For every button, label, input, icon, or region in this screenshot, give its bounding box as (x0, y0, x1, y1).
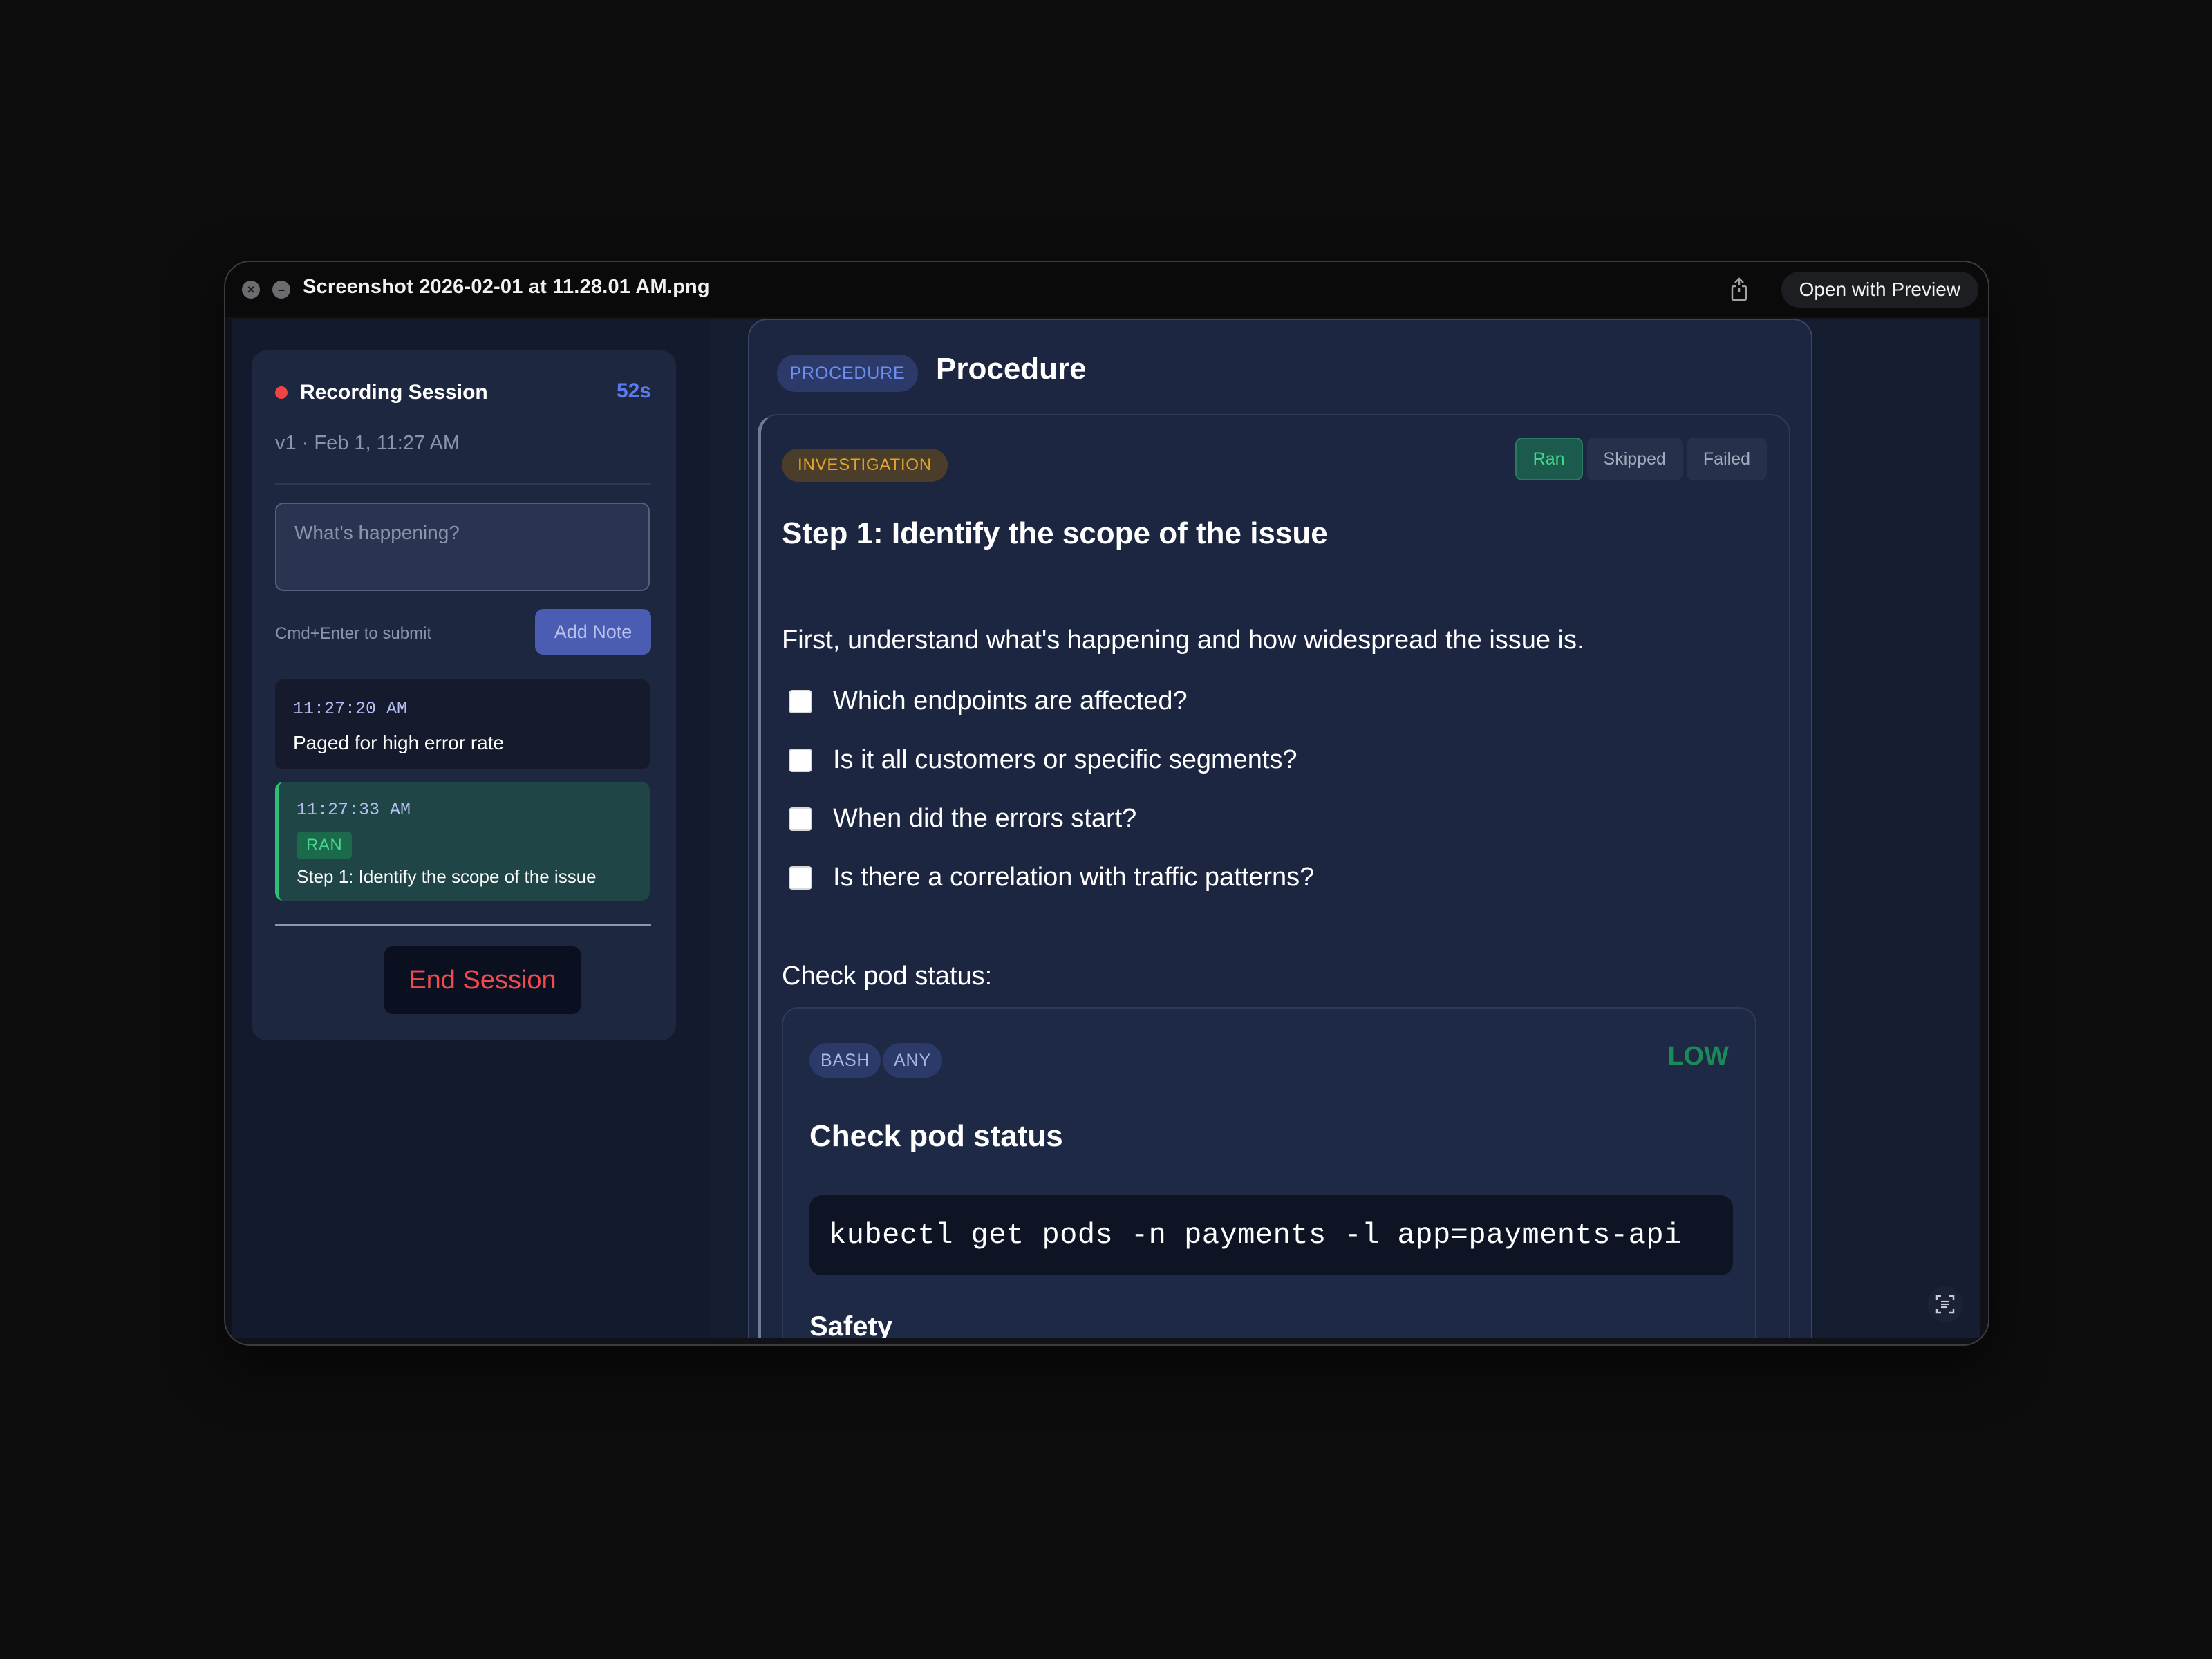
procedure-card: PROCEDURE Procedure INVESTIGATION Ran Sk… (748, 319, 1812, 1338)
step-card: INVESTIGATION Ran Skipped Failed Step 1:… (758, 414, 1790, 1338)
status-failed-button[interactable]: Failed (1686, 438, 1767, 480)
live-text-icon[interactable] (1927, 1286, 1963, 1322)
session-version: v1 · Feb 1, 11:27 AM (275, 432, 460, 454)
investigation-tag: INVESTIGATION (782, 449, 948, 482)
check-pod-label: Check pod status: (782, 962, 993, 991)
status-skipped-button[interactable]: Skipped (1586, 438, 1683, 480)
app-content: Recording Session 52s v1 · Feb 1, 11:27 … (232, 319, 1980, 1338)
checkbox[interactable] (789, 689, 812, 713)
minimize-icon[interactable]: – (272, 281, 290, 299)
step-status-toggle: Ran Skipped Failed (1515, 438, 1767, 480)
safety-heading: Safety (809, 1311, 893, 1338)
open-with-preview-button[interactable]: Open with Preview (1781, 272, 1978, 308)
checklist-text: Which endpoints are affected? (833, 686, 1188, 715)
checkbox[interactable] (789, 865, 812, 890)
procedure-tag: PROCEDURE (777, 355, 918, 392)
session-timer: 52s (616, 379, 651, 402)
status-ran-button[interactable]: Ran (1515, 438, 1583, 480)
checklist-text: Is there a correlation with traffic patt… (833, 863, 1315, 892)
note-input[interactable] (275, 503, 650, 591)
add-note-button[interactable]: Add Note (535, 609, 651, 655)
end-session-button[interactable]: End Session (384, 946, 581, 1014)
submit-hint: Cmd+Enter to submit (275, 624, 432, 643)
entry-text: Paged for high error rate (293, 732, 505, 753)
command-title: Check pod status (809, 1119, 1063, 1153)
risk-level: LOW (1667, 1042, 1729, 1071)
command-code[interactable]: kubectl get pods -n payments -l app=paym… (809, 1195, 1733, 1275)
ran-badge: RAN (297, 832, 353, 859)
step-intro: First, understand what's happening and h… (782, 626, 1584, 655)
checklist-text: Is it all customers or specific segments… (833, 745, 1297, 774)
procedure-pane: PROCEDURE Procedure INVESTIGATION Ran Sk… (711, 319, 1851, 1338)
entry-timestamp: 11:27:20 AM (293, 699, 408, 719)
any-tag: ANY (883, 1043, 942, 1078)
window-title: Screenshot 2026-02-01 at 11.28.01 AM.png (303, 276, 710, 298)
checklist-text: When did the errors start? (833, 804, 1137, 833)
share-icon[interactable] (1725, 276, 1753, 303)
entry-timestamp: 11:27:33 AM (297, 800, 411, 820)
title-bar: × – Screenshot 2026-02-01 at 11.28.01 AM… (225, 262, 1988, 317)
recording-session-panel: Recording Session 52s v1 · Feb 1, 11:27 … (252, 350, 676, 1040)
recording-indicator-icon (275, 386, 288, 399)
timeline-entry[interactable]: 11:27:20 AM Paged for high error rate (275, 679, 650, 769)
command-card: BASH ANY LOW Check pod status kubectl ge… (782, 1007, 1756, 1338)
entry-text: Step 1: Identify the scope of the issue (297, 866, 597, 887)
session-sidebar: Recording Session 52s v1 · Feb 1, 11:27 … (232, 319, 711, 1338)
checklist-item: Is it all customers or specific segments… (789, 745, 1297, 775)
preview-window: × – Screenshot 2026-02-01 at 11.28.01 AM… (224, 261, 1989, 1346)
checklist-item: Is there a correlation with traffic patt… (789, 863, 1314, 892)
checkbox[interactable] (789, 807, 812, 831)
checklist-item: When did the errors start? (789, 804, 1136, 834)
checklist-item: Which endpoints are affected? (789, 686, 1188, 716)
bash-tag: BASH (809, 1043, 881, 1078)
session-title: Recording Session (300, 381, 488, 404)
procedure-title: Procedure (936, 352, 1087, 386)
divider (275, 483, 651, 485)
divider (275, 924, 651, 926)
timeline-entry[interactable]: 11:27:33 AM RAN Step 1: Identify the sco… (275, 782, 650, 901)
close-icon[interactable]: × (242, 281, 260, 299)
right-gutter (1851, 319, 1980, 1338)
step-title: Step 1: Identify the scope of the issue (782, 516, 1328, 550)
checkbox[interactable] (789, 748, 812, 772)
